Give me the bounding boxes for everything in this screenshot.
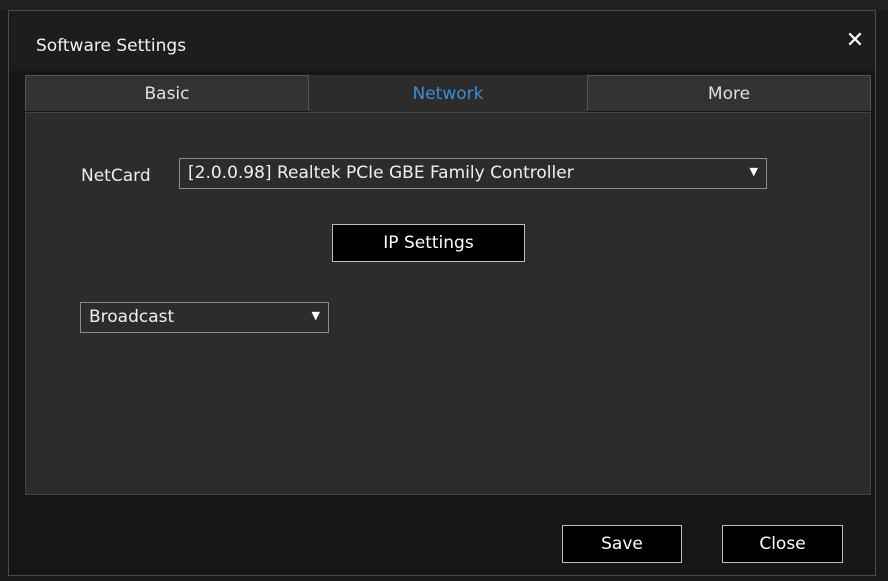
dialog-title: Software Settings — [36, 36, 187, 56]
tab-bar: Basic Network More — [25, 75, 871, 113]
netcard-label: NetCard — [81, 166, 151, 186]
network-panel: NetCard [2.0.0.98] Realtek PCIe GBE Fami… — [25, 112, 871, 495]
mode-select[interactable]: Broadcast ▼ — [80, 302, 329, 333]
close-icon[interactable]: ✕ — [841, 27, 869, 55]
close-button[interactable]: Close — [722, 525, 843, 563]
chevron-down-icon: ▼ — [749, 165, 758, 178]
top-strip — [0, 0, 888, 10]
tab-network[interactable]: Network — [309, 75, 587, 113]
title-bar: Software Settings ✕ — [9, 11, 875, 71]
save-button[interactable]: Save — [562, 525, 682, 563]
netcard-select-value: [2.0.0.98] Realtek PCIe GBE Family Contr… — [188, 163, 574, 183]
tab-more[interactable]: More — [587, 75, 871, 111]
settings-dialog: Software Settings ✕ Basic Network More N… — [8, 10, 876, 576]
dialog-footer: Save Close — [9, 495, 875, 575]
mode-select-value: Broadcast — [89, 307, 175, 327]
tab-basic[interactable]: Basic — [25, 75, 309, 111]
chevron-down-icon: ▼ — [311, 309, 320, 322]
netcard-select[interactable]: [2.0.0.98] Realtek PCIe GBE Family Contr… — [179, 158, 767, 189]
ip-settings-button[interactable]: IP Settings — [332, 224, 525, 262]
